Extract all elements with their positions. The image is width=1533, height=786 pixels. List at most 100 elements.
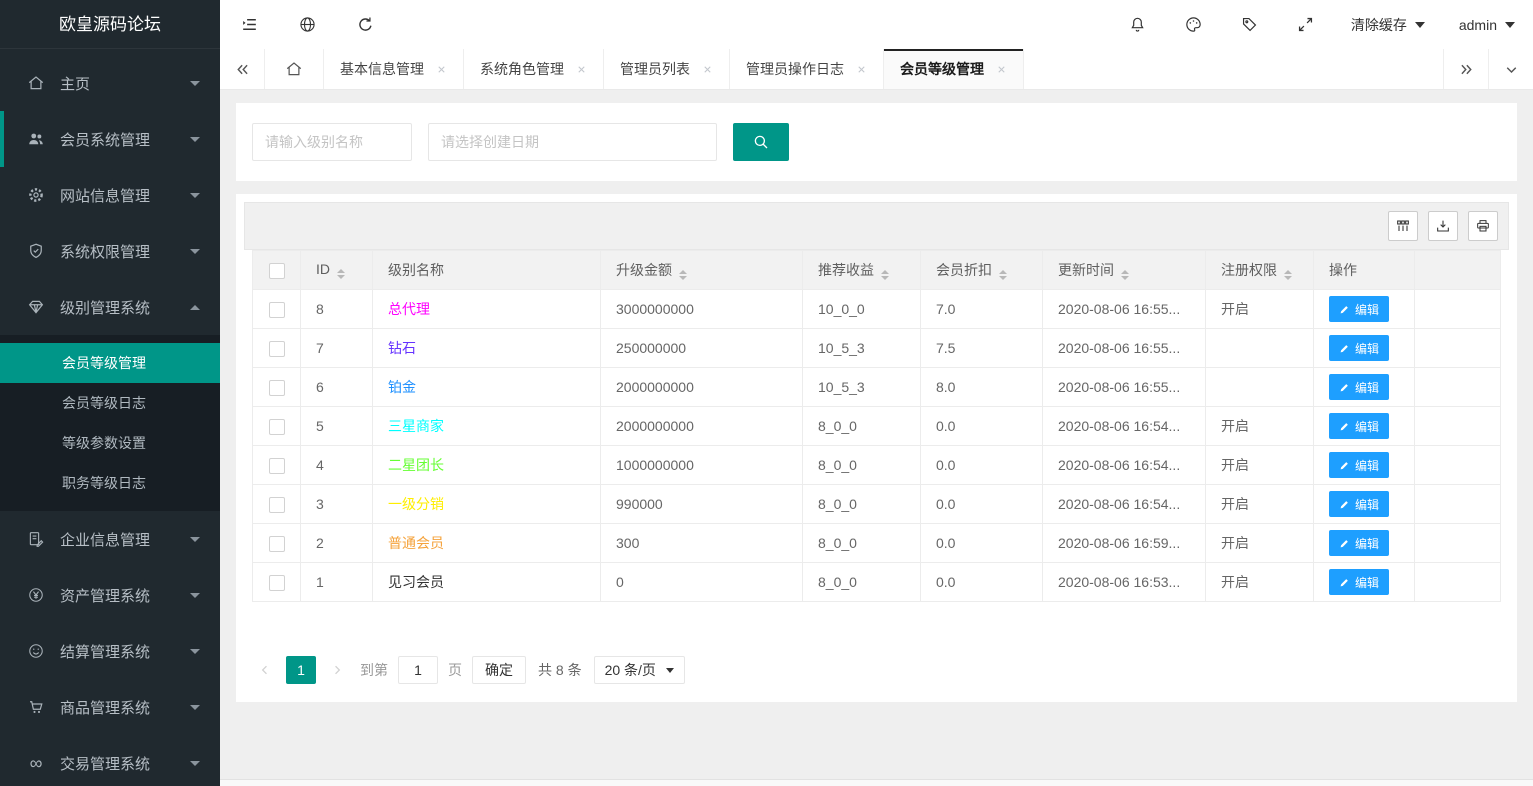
sidebar-item-permissions[interactable]: 系统权限管理 (0, 223, 220, 279)
filter-columns-icon[interactable] (1388, 211, 1418, 241)
sort-icon[interactable] (881, 270, 889, 280)
close-icon[interactable] (702, 64, 713, 75)
tabs-menu-button[interactable] (1488, 49, 1533, 89)
column-header-referral-income[interactable]: 推荐收益 (803, 251, 921, 290)
row-checkbox[interactable] (269, 575, 285, 591)
sidebar-item-member-system[interactable]: 会员系统管理 (0, 111, 220, 167)
cell-reward: 8_0_0 (803, 485, 921, 524)
sidebar-subitem-level-params[interactable]: 等级参数设置 (0, 423, 220, 463)
tab-system-roles[interactable]: 系统角色管理 (464, 49, 604, 89)
current-page-button[interactable]: 1 (286, 656, 316, 684)
horizontal-scrollbar[interactable] (220, 779, 1533, 786)
export-icon[interactable] (1428, 211, 1458, 241)
level-name-input[interactable] (252, 123, 412, 161)
sidebar-item-assets[interactable]: 资产管理系统 (0, 567, 220, 623)
tab-label: 系统角色管理 (480, 59, 564, 79)
sidebar-item-home[interactable]: 主页 (0, 55, 220, 111)
sidebar-subitem-member-level-manage[interactable]: 会员等级管理 (0, 343, 220, 383)
row-checkbox[interactable] (269, 302, 285, 318)
sidebar-item-settlement[interactable]: 结算管理系统 (0, 623, 220, 679)
tabs-scroll-left-button[interactable] (220, 49, 265, 89)
select-all-checkbox[interactable] (269, 263, 285, 279)
column-header-id[interactable]: ID (301, 251, 373, 290)
palette-icon[interactable] (1183, 14, 1205, 36)
tab-admin-list[interactable]: 管理员列表 (604, 49, 730, 89)
cell-reward: 8_0_0 (803, 524, 921, 563)
sidebar-item-label: 结算管理系统 (60, 641, 190, 662)
pagination: 1 到第 页 确定 共 8 条 20 条/页 (244, 644, 1509, 702)
column-header-actions: 操作 (1314, 251, 1415, 290)
confirm-page-button[interactable]: 确定 (472, 656, 526, 684)
member-level-table: ID 级别名称 升级金额 推荐收益 会员折扣 更新时间 注册权限 操作 (252, 250, 1501, 602)
tab-home[interactable] (265, 49, 324, 89)
close-icon[interactable] (436, 64, 447, 75)
clear-cache-dropdown[interactable]: 清除缓存 (1351, 15, 1425, 35)
close-icon[interactable] (576, 64, 587, 75)
sort-icon[interactable] (1284, 270, 1292, 280)
tab-member-level-manage[interactable]: 会员等级管理 (884, 49, 1024, 89)
prev-page-icon[interactable] (252, 656, 278, 684)
tab-basic-info[interactable]: 基本信息管理 (324, 49, 464, 89)
sort-icon[interactable] (337, 269, 345, 279)
row-checkbox[interactable] (269, 341, 285, 357)
tag-icon[interactable] (1239, 14, 1261, 36)
bell-icon[interactable] (1127, 14, 1149, 36)
row-checkbox[interactable] (269, 419, 285, 435)
sidebar-item-level-system[interactable]: 级别管理系统 (0, 279, 220, 335)
tabs-scroll-right-button[interactable] (1443, 49, 1488, 89)
cell-filler (1415, 524, 1501, 563)
sidebar-item-trade[interactable]: ∞ 交易管理系统 (0, 735, 220, 786)
create-date-input[interactable] (428, 123, 717, 161)
sidebar-subitem-member-level-log[interactable]: 会员等级日志 (0, 383, 220, 423)
edit-button[interactable]: 编辑 (1329, 491, 1389, 517)
search-button[interactable] (733, 123, 789, 161)
user-dropdown[interactable]: admin (1459, 17, 1515, 33)
caret-down-icon (1505, 22, 1515, 28)
cell-id: 7 (301, 329, 373, 368)
close-icon[interactable] (856, 64, 867, 75)
refresh-icon[interactable] (354, 14, 376, 36)
row-checkbox[interactable] (269, 497, 285, 513)
column-header-register-permission[interactable]: 注册权限 (1206, 251, 1314, 290)
next-page-icon[interactable] (324, 656, 350, 684)
page-size-select[interactable]: 20 条/页 (594, 656, 685, 684)
chevron-down-icon (190, 137, 200, 142)
sidebar-item-enterprise-info[interactable]: 企业信息管理 (0, 511, 220, 567)
edit-button[interactable]: 编辑 (1329, 374, 1389, 400)
sort-icon[interactable] (679, 270, 687, 280)
print-icon[interactable] (1468, 211, 1498, 241)
globe-icon[interactable] (296, 14, 318, 36)
cell-updated: 2020-08-06 16:54... (1043, 446, 1206, 485)
tab-admin-op-log[interactable]: 管理员操作日志 (730, 49, 884, 89)
sort-icon[interactable] (999, 270, 1007, 280)
edit-button[interactable]: 编辑 (1329, 530, 1389, 556)
cell-permission: 开启 (1206, 407, 1314, 446)
sidebar-item-goods[interactable]: 商品管理系统 (0, 679, 220, 735)
fullscreen-icon[interactable] (1295, 14, 1317, 36)
menu-fold-icon[interactable] (238, 14, 260, 36)
row-checkbox[interactable] (269, 380, 285, 396)
gear-icon (26, 185, 46, 205)
column-header-upgrade-amount[interactable]: 升级金额 (601, 251, 803, 290)
table-row: 8 总代理 3000000000 10_0_0 7.0 2020-08-06 1… (253, 290, 1501, 329)
row-checkbox[interactable] (269, 458, 285, 474)
edit-button[interactable]: 编辑 (1329, 569, 1389, 595)
edit-button[interactable]: 编辑 (1329, 452, 1389, 478)
sidebar-item-site-info[interactable]: 网站信息管理 (0, 167, 220, 223)
edit-button[interactable]: 编辑 (1329, 296, 1389, 322)
table-row: 2 普通会员 300 8_0_0 0.0 2020-08-06 16:59...… (253, 524, 1501, 563)
edit-button[interactable]: 编辑 (1329, 413, 1389, 439)
column-header-update-time[interactable]: 更新时间 (1043, 251, 1206, 290)
goto-page-input[interactable] (398, 656, 438, 684)
cell-reward: 10_0_0 (803, 290, 921, 329)
column-header-member-discount[interactable]: 会员折扣 (921, 251, 1043, 290)
cell-discount: 0.0 (921, 563, 1043, 602)
tab-label: 管理员操作日志 (746, 59, 844, 79)
sidebar-subitem-duty-level-log[interactable]: 职务等级日志 (0, 463, 220, 503)
close-icon[interactable] (996, 64, 1007, 75)
sort-icon[interactable] (1121, 270, 1129, 280)
edit-button[interactable]: 编辑 (1329, 335, 1389, 361)
chevron-down-icon (190, 249, 200, 254)
row-checkbox[interactable] (269, 536, 285, 552)
gem-icon (26, 297, 46, 317)
